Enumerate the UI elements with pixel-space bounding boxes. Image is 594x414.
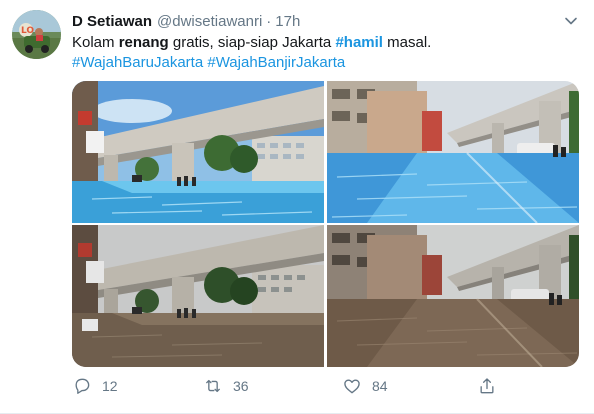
photo-2[interactable] — [327, 81, 579, 223]
hashtag-hamil[interactable]: #hamil — [335, 34, 383, 51]
photo-grid — [72, 81, 579, 367]
svg-text:LO: LO — [21, 26, 34, 36]
hashtag-wajah-banjir[interactable]: #WajahBanjirJakarta — [207, 54, 345, 71]
tweet-time[interactable]: 17h — [275, 13, 300, 30]
text-bold: renang — [118, 34, 169, 51]
tweet-actions: 12 36 84 — [72, 375, 577, 397]
photo-1[interactable] — [72, 81, 324, 223]
text-segment: Kolam — [72, 34, 119, 51]
retweet-icon — [206, 379, 220, 393]
tweet[interactable]: LO D Setiawan @dwisetiawanri · 17h Kolam… — [0, 0, 594, 414]
share-icon — [480, 378, 494, 394]
author-handle[interactable]: @dwisetiawanri — [157, 13, 262, 30]
avatar[interactable]: LO — [12, 10, 61, 59]
like-count: 84 — [372, 378, 388, 394]
share-button[interactable] — [477, 375, 497, 397]
text-segment: gratis, siap-siap Jakarta — [168, 34, 336, 51]
like-icon — [344, 379, 360, 394]
retweet-count: 36 — [233, 378, 249, 394]
like-button[interactable]: 84 — [342, 375, 388, 397]
tweet-header: D Setiawan @dwisetiawanri · 17h — [72, 11, 300, 31]
tweet-text-line: Kolam renang gratis, siap-siap Jakarta #… — [72, 33, 582, 53]
retweet-button[interactable]: 36 — [203, 375, 249, 397]
tweet-text: Kolam renang gratis, siap-siap Jakarta #… — [72, 33, 582, 73]
hashtag-line: #WajahBaruJakarta #WajahBanjirJakarta — [72, 53, 582, 73]
photo-3[interactable] — [72, 225, 324, 367]
hashtag-wajah-baru[interactable]: #WajahBaruJakarta — [72, 54, 203, 71]
chevron-down-icon[interactable] — [561, 11, 581, 31]
separator-dot: · — [266, 12, 272, 30]
author-name[interactable]: D Setiawan — [72, 13, 152, 30]
reply-icon — [75, 378, 90, 394]
reply-button[interactable]: 12 — [72, 375, 118, 397]
reply-count: 12 — [102, 378, 118, 394]
photo-4[interactable] — [327, 225, 579, 367]
text-segment: masal. — [382, 34, 432, 51]
